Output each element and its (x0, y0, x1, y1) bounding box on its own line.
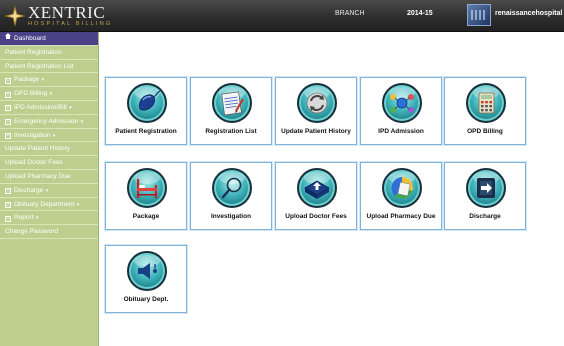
exit-icon (466, 168, 506, 208)
financial-year: 2014-15 (407, 10, 433, 17)
sidebar-item-label: Patient Registration List (5, 62, 74, 70)
app-window: XENTRIC HOSPITAL BILLING BRANCH 2014-15 … (0, 0, 564, 346)
sidebar-menu: Dashboard Patient Registration Patient R… (0, 32, 99, 346)
sidebar-item-label: Package (14, 76, 40, 84)
sidebar-item-label: Update Patient History (5, 145, 71, 153)
sidebar-item-emergency-admission[interactable]: + Emergency Admission ▾ (0, 115, 98, 129)
caret-down-icon: ▾ (34, 215, 39, 222)
sidebar-item-package[interactable]: + Package ▾ (0, 73, 98, 88)
tile-upload-doctor-fees[interactable]: Upload Doctor Fees (275, 162, 357, 230)
tile-label: Registration List (205, 128, 257, 135)
mouse-icon (127, 83, 167, 123)
tile-label: Package (132, 213, 160, 220)
sidebar-item-dashboard[interactable]: Dashboard (0, 32, 98, 46)
plus-box-icon: + (5, 188, 11, 195)
magnifier-icon (212, 168, 252, 208)
sidebar-item-patient-registration[interactable]: Patient Registration (0, 46, 98, 60)
sidebar-item-label: Upload Doctor Fees (5, 159, 63, 167)
tile-registration-list[interactable]: Registration List (190, 77, 272, 145)
caret-down-icon: ▾ (67, 104, 72, 111)
tile-update-patient-history[interactable]: Update Patient History (275, 77, 357, 145)
tile-package[interactable]: Package (105, 162, 187, 230)
bed-icon (127, 168, 167, 208)
speaker-icon (127, 251, 167, 291)
sidebar-item-ipd-admission-bill[interactable]: + IPD Admission/Bill ▾ (0, 101, 98, 115)
plus-box-icon: + (5, 91, 11, 98)
brand-title: XENTRIC (28, 3, 106, 23)
sidebar-item-label: Change Password (5, 228, 59, 236)
tile-upload-pharmacy-due[interactable]: Upload Pharmacy Due (360, 162, 442, 230)
sidebar-item-label: Report (14, 214, 34, 222)
tile-label: Discharge (469, 213, 501, 220)
plus-box-icon: + (5, 77, 11, 84)
sidebar-item-patient-registration-list[interactable]: Patient Registration List (0, 60, 98, 74)
sidebar-item-report[interactable]: + Report ▾ (0, 211, 98, 226)
sidebar-item-label: IPD Admission/Bill (14, 103, 67, 111)
caret-down-icon: ▾ (51, 132, 56, 139)
header-bar: XENTRIC HOSPITAL BILLING BRANCH 2014-15 … (0, 0, 564, 32)
logo-star-icon (4, 5, 26, 27)
tile-opd-billing[interactable]: OPD Billing (444, 77, 526, 145)
tile-label: Upload Pharmacy Due (366, 213, 436, 220)
plus-box-icon: + (5, 105, 11, 112)
refresh-icon (297, 83, 337, 123)
sidebar-item-label: Obituary Department (14, 200, 75, 208)
plus-box-icon: + (5, 202, 11, 209)
tile-ipd-admission[interactable]: IPD Admission (360, 77, 442, 145)
plus-box-icon: + (5, 133, 11, 140)
tile-investigation[interactable]: Investigation (190, 162, 272, 230)
sidebar-item-label: Discharge (14, 186, 44, 194)
username-label[interactable]: renaissancehospital (495, 10, 562, 17)
plus-box-icon: + (5, 215, 11, 222)
caret-down-icon: ▾ (48, 91, 53, 98)
tile-label: Investigation (210, 213, 252, 220)
user-avatar[interactable] (467, 4, 491, 26)
network-icon (382, 83, 422, 123)
sidebar-item-label: Emergency Admission (14, 117, 79, 125)
caret-down-icon: ▾ (75, 201, 80, 208)
brand-logo[interactable]: XENTRIC HOSPITAL BILLING (4, 2, 112, 30)
sidebar-item-upload-doctor-fees[interactable]: Upload Doctor Fees (0, 156, 98, 170)
caret-down-icon: ▾ (40, 77, 45, 84)
sidebar-item-opd-billing[interactable]: + OPD Billing ▾ (0, 87, 98, 101)
sidebar-item-discharge[interactable]: + Discharge ▾ (0, 184, 98, 198)
sidebar-item-change-password[interactable]: Change Password (0, 225, 98, 239)
sidebar-item-label: OPD Billing (14, 90, 48, 98)
sidebar-item-label: Dashboard (14, 35, 46, 42)
tile-label: Update Patient History (281, 128, 351, 135)
tile-label: Patient Registration (115, 128, 177, 135)
sidebar-item-update-patient-history[interactable]: Update Patient History (0, 142, 98, 157)
notepad-icon (212, 83, 252, 123)
tile-label: Upload Doctor Fees (285, 213, 347, 220)
caret-down-icon: ▾ (44, 187, 49, 194)
sidebar-item-label: Patient Registration (5, 48, 62, 56)
tile-label: IPD Admission (378, 128, 424, 135)
tile-discharge[interactable]: Discharge (444, 162, 526, 230)
tile-label: OPD Billing (467, 128, 503, 135)
sidebar-item-obituary-department[interactable]: + Obituary Department ▾ (0, 198, 98, 212)
brand-text: XENTRIC HOSPITAL BILLING (28, 4, 112, 28)
sidebar-item-label: Upload Pharmacy Due (5, 172, 71, 180)
tile-obituary-dept[interactable]: Obituary Dept. (105, 245, 187, 313)
calculator-icon (466, 83, 506, 123)
branch-label[interactable]: BRANCH (335, 10, 365, 17)
home-icon (5, 33, 11, 40)
pie-chart-icon (382, 168, 422, 208)
upload-icon (297, 168, 337, 208)
caret-down-icon: ▾ (79, 118, 84, 125)
plus-box-icon: + (5, 119, 11, 126)
sidebar-item-label: Investigation (14, 131, 51, 139)
sidebar-item-investigation[interactable]: + Investigation ▾ (0, 129, 98, 143)
tile-patient-registration[interactable]: Patient Registration (105, 77, 187, 145)
brand-subtitle: HOSPITAL BILLING (28, 21, 113, 28)
tile-label: Obituary Dept. (123, 296, 169, 303)
sidebar-item-upload-pharmacy-due[interactable]: Upload Pharmacy Due (0, 170, 98, 184)
